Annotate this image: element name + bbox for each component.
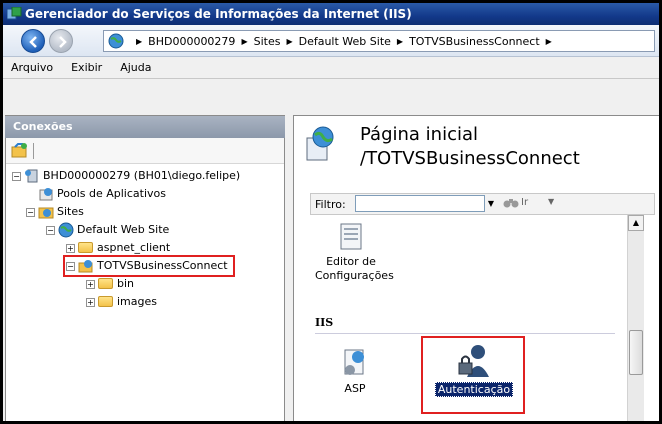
breadcrumb-arrow-icon[interactable]: ▶: [546, 37, 552, 46]
feature-label-line1: Editor de: [326, 255, 376, 268]
breadcrumb-item-server[interactable]: BHD000000279: [148, 35, 235, 48]
iis-app-icon: [7, 7, 22, 20]
tree-node-label: Pools de Aplicativos: [57, 187, 166, 200]
binoculars-icon: [503, 199, 519, 208]
back-button[interactable]: [21, 29, 45, 53]
section-iis-header: IIS: [315, 316, 334, 329]
page-title-line1: Página inicial: [360, 124, 479, 145]
tree-node-server[interactable]: − BHD000000279 (BH01\diego.felipe): [12, 168, 240, 184]
go-label: Ir: [521, 196, 529, 208]
feature-label: ASP: [344, 382, 366, 395]
expand-icon[interactable]: +: [66, 243, 75, 253]
scroll-thumb[interactable]: [629, 330, 643, 375]
window-title: Gerenciador do Serviços de Informações d…: [25, 7, 412, 21]
tree-node-label: BHD000000279 (BH01\diego.felipe): [43, 169, 241, 182]
app-pool-icon: [39, 188, 53, 201]
tree-node-label: TOTVSBusinessConnect: [97, 259, 228, 272]
expand-icon[interactable]: +: [86, 279, 95, 289]
tree-node-totvs-business-connect[interactable]: − TOTVSBusinessConnect: [63, 255, 235, 277]
arrow-right-icon: [59, 36, 67, 48]
tree-node-sites[interactable]: − Sites: [26, 204, 84, 220]
server-icon: [25, 169, 38, 183]
tree-node-images[interactable]: + images: [86, 294, 157, 310]
title-bar: Gerenciador do Serviços de Informações d…: [3, 3, 659, 25]
feature-configuration-editor[interactable]: Editor de Configurações: [315, 223, 394, 283]
toolbar-divider: [33, 143, 34, 159]
tree-node-bin[interactable]: + bin: [86, 276, 134, 292]
page-title: Página inicial /TOTVSBusinessConnect: [360, 123, 580, 171]
collapse-icon[interactable]: −: [66, 261, 75, 271]
globe-icon: [108, 33, 124, 49]
tree-node-label: aspnet_client: [97, 241, 171, 254]
feature-label-line2: Configurações: [315, 269, 394, 282]
tree-node-label: Default Web Site: [77, 223, 170, 236]
filter-label: Filtro:: [315, 197, 346, 211]
collapse-icon[interactable]: −: [26, 207, 35, 217]
features-scrollbar[interactable]: ▲: [627, 215, 644, 421]
folder-icon: [78, 240, 94, 256]
tree-node-label: images: [117, 295, 157, 308]
page-title-line2: /TOTVSBusinessConnect: [360, 148, 580, 169]
breadcrumb-arrow-icon: ▶: [286, 36, 293, 46]
add-connection-icon[interactable]: [11, 142, 29, 159]
forward-button[interactable]: [49, 29, 73, 53]
section-divider: [315, 333, 615, 334]
breadcrumb-item-sites[interactable]: Sites: [254, 35, 281, 48]
expand-icon[interactable]: +: [86, 297, 95, 307]
tree-node-aspnet-client[interactable]: + aspnet_client: [66, 240, 170, 256]
asp-icon: [344, 349, 364, 375]
home-page-icon: [306, 126, 334, 161]
breadcrumb-item-app[interactable]: TOTVSBusinessConnect: [409, 35, 540, 48]
menu-ajuda[interactable]: Ajuda: [120, 61, 151, 74]
go-button[interactable]: Ir: [503, 196, 528, 208]
connections-tree: − BHD000000279 (BH01\diego.felipe) Pools…: [6, 166, 284, 421]
authentication-user-lock-icon: [458, 345, 489, 377]
web-application-icon: [78, 260, 93, 273]
breadcrumb-arrow-icon: ▶: [396, 36, 404, 46]
menu-exibir[interactable]: Exibir: [71, 61, 102, 74]
breadcrumb-arrow-icon: ▶: [241, 36, 248, 46]
breadcrumb-item-default-web-site[interactable]: Default Web Site: [299, 35, 391, 48]
connections-header: Conexões: [5, 116, 285, 138]
address-bar: ▶ BHD000000279 ▶ Sites ▶ Default Web Sit…: [3, 25, 659, 57]
feature-label-selected: Autenticação: [434, 382, 514, 397]
breadcrumb-arrow-icon: ▶: [136, 36, 143, 46]
scroll-up-icon[interactable]: ▲: [628, 215, 644, 231]
folder-icon: [98, 276, 114, 292]
tree-node-label: Sites: [57, 205, 84, 218]
configuration-editor-icon: [340, 223, 362, 250]
collapse-icon[interactable]: −: [12, 171, 21, 181]
breadcrumb[interactable]: ▶ BHD000000279 ▶ Sites ▶ Default Web Sit…: [103, 30, 655, 52]
menu-arquivo[interactable]: Arquivo: [11, 61, 53, 74]
tree-node-default-web-site[interactable]: − Default Web Site: [46, 222, 169, 238]
arrow-left-icon: [29, 36, 37, 48]
go-dropdown-icon[interactable]: ▼: [548, 197, 554, 206]
sites-folder-icon: [38, 207, 54, 219]
tree-node-app-pools[interactable]: Pools de Aplicativos: [38, 186, 166, 202]
tree-node-label: bin: [117, 277, 135, 290]
collapse-icon[interactable]: −: [46, 225, 55, 235]
folder-icon: [98, 294, 114, 310]
website-globe-icon: [58, 222, 74, 238]
menu-bar: Arquivo Exibir Ajuda: [3, 57, 659, 79]
iis-manager-window: Gerenciador do Serviços de Informações d…: [0, 0, 662, 424]
feature-asp[interactable]: ASP: [333, 348, 377, 396]
feature-authentication[interactable]: Autenticação: [427, 343, 521, 397]
filter-input[interactable]: [355, 195, 485, 212]
filter-dropdown-icon[interactable]: ▼: [485, 195, 497, 212]
connections-toolbar: [6, 138, 284, 164]
